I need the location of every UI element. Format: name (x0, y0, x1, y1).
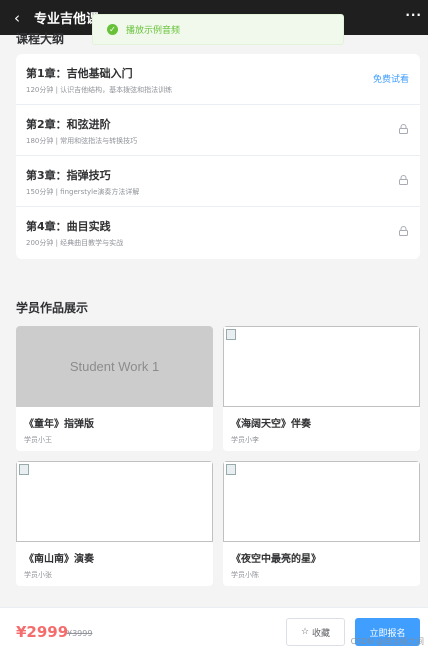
lock-icon (399, 175, 408, 185)
student-work-card[interactable]: 《海阔天空》伴奏 学员小李 (223, 326, 420, 451)
work-title: 《海阔天空》伴奏 (231, 419, 311, 430)
more-menu-icon[interactable]: ··· (405, 8, 422, 22)
favorite-label: 收藏 (312, 628, 331, 639)
work-author: 学员小王 (24, 436, 52, 444)
chapter-title: 第4章：曲目实践 (26, 220, 111, 233)
chapter-description: 180分钟 | 常用和弦指法与转换技巧 (26, 137, 138, 145)
broken-image-icon (226, 464, 236, 475)
course-outline-heading: 课程大纲 (16, 32, 65, 46)
page-title: 专业吉他课 (34, 12, 100, 27)
work-author: 学员小陈 (231, 571, 259, 579)
chapter-item[interactable]: 第2章：和弦进阶 180分钟 | 常用和弦指法与转换技巧 (16, 105, 420, 156)
bottom-action-bar: ¥2999 ¥3999 ☆ 收藏 立即报名 CSDN @南北极之间 (0, 607, 428, 653)
chapter-item[interactable]: 第4章：曲目实践 200分钟 | 经典曲目教学与实战 (16, 207, 420, 258)
broken-image-icon (226, 329, 236, 340)
chapter-description: 200分钟 | 经典曲目教学与实战 (26, 239, 124, 247)
work-title: 《夜空中最亮的星》 (231, 554, 321, 565)
original-price: ¥3999 (67, 629, 93, 638)
broken-image-icon (19, 464, 29, 475)
student-works-heading: 学员作品展示 (16, 301, 89, 315)
lock-icon (399, 124, 408, 134)
work-author: 学员小李 (231, 436, 259, 444)
check-circle-icon: ✓ (107, 24, 118, 35)
watermark: CSDN @南北极之间 (350, 637, 424, 646)
work-thumbnail-broken-image (223, 461, 420, 542)
lock-icon (399, 226, 408, 236)
chapter-item[interactable]: 第1章：吉他基础入门 120分钟 | 认识吉他结构，基本拨弦和指法训练 免费试看 (16, 54, 420, 105)
current-price: ¥2999 (16, 623, 69, 641)
work-thumbnail-broken-image (16, 461, 213, 542)
student-work-card[interactable]: 《夜空中最亮的星》 学员小陈 (223, 461, 420, 586)
work-author: 学员小张 (24, 571, 52, 579)
student-work-card[interactable]: 《南山南》演奏 学员小张 (16, 461, 213, 586)
student-work-card[interactable]: Student Work 1 《童年》指弹版 学员小王 (16, 326, 213, 451)
course-outline-card: 第1章：吉他基础入门 120分钟 | 认识吉他结构，基本拨弦和指法训练 免费试看… (16, 54, 420, 259)
chapter-title: 第1章：吉他基础入门 (26, 67, 133, 80)
work-thumbnail-broken-image (223, 326, 420, 407)
back-arrow-icon[interactable]: ‹ (0, 9, 34, 27)
favorite-button[interactable]: ☆ 收藏 (286, 618, 345, 646)
star-icon: ☆ (300, 627, 310, 637)
chapter-title: 第2章：和弦进阶 (26, 118, 111, 131)
chapter-description: 120分钟 | 认识吉他结构，基本拨弦和指法训练 (26, 86, 173, 94)
chapter-title: 第3章：指弹技巧 (26, 169, 111, 182)
success-toast: ✓ 播放示例音频 (92, 14, 344, 45)
toast-message: 播放示例音频 (126, 26, 181, 36)
free-preview-link[interactable]: 免费试看 (373, 72, 409, 85)
work-title: 《南山南》演奏 (24, 554, 94, 565)
work-title: 《童年》指弹版 (24, 419, 94, 430)
work-thumbnail-placeholder: Student Work 1 (16, 326, 213, 407)
chapter-item[interactable]: 第3章：指弹技巧 150分钟 | fingerstyle演奏方法详解 (16, 156, 420, 207)
chapter-description: 150分钟 | fingerstyle演奏方法详解 (26, 188, 140, 196)
